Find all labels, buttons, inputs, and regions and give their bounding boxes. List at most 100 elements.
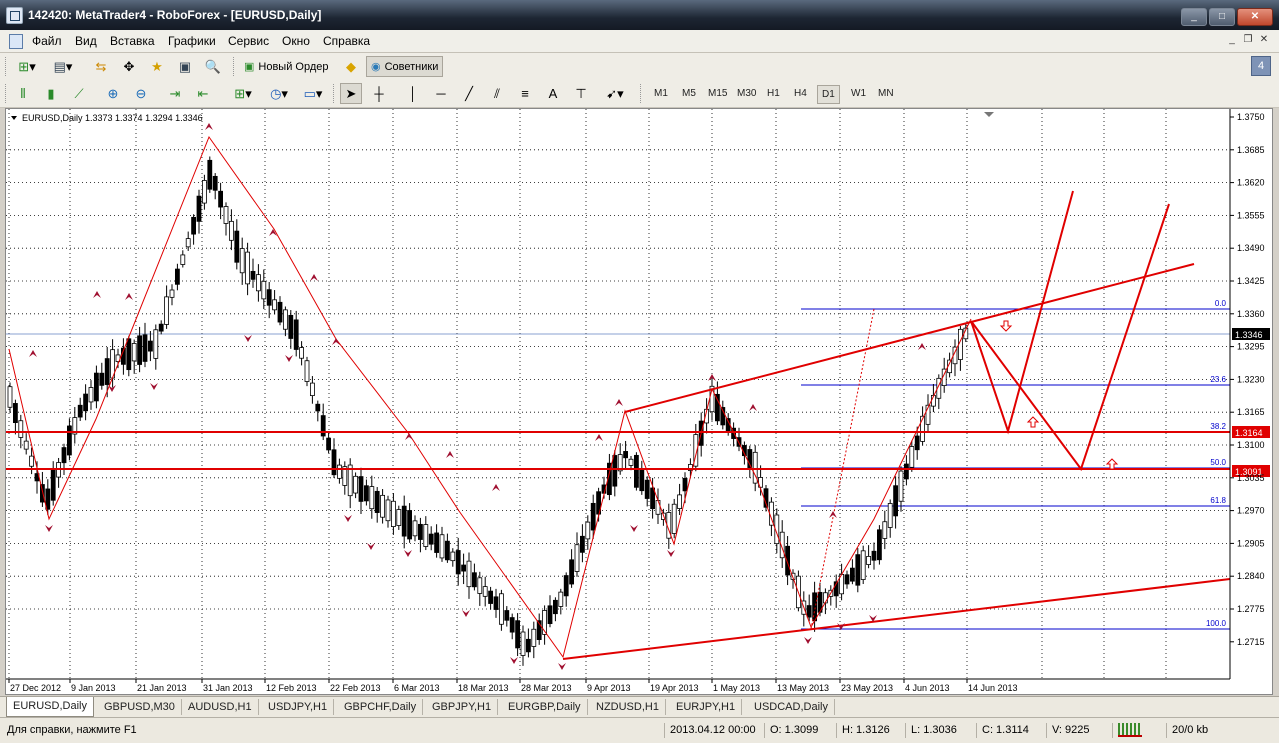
tab-gbpjpy-h1[interactable]: GBPJPY,H1	[426, 699, 499, 715]
lower-trend-line	[562, 578, 1231, 660]
date-label: 28 Mar 2013	[521, 683, 572, 693]
chart-window[interactable]: 0.0 23.6 38.2 50.0 61.8 100.0 1.3346 1.3164 1.3…	[5, 108, 1273, 695]
fib-label: 61.8	[1210, 496, 1226, 505]
vertical-line-icon[interactable]: │	[402, 83, 424, 104]
candle-body	[634, 454, 639, 488]
tab-eurgbp-daily[interactable]: EURGBP,Daily	[502, 699, 588, 715]
horizontal-line-icon[interactable]: ─	[430, 83, 452, 104]
candle-body	[450, 551, 456, 562]
navigator-icon[interactable]: ★	[146, 56, 168, 77]
candle-body	[88, 387, 94, 403]
new-order-button[interactable]: ▣ Новый Ордер	[240, 56, 333, 77]
line-chart-icon[interactable]: ⟋	[68, 83, 90, 104]
terminal-icon[interactable]: ▣	[174, 56, 196, 77]
tab-eurjpy-h1[interactable]: EURJPY,H1	[670, 699, 743, 715]
fib-label: 100.0	[1206, 619, 1227, 628]
candle-body	[212, 175, 218, 191]
candle-body	[547, 605, 553, 625]
autoscroll-icon[interactable]: ⇥	[164, 83, 186, 104]
candle-body	[83, 393, 88, 412]
menu-file[interactable]: Файл	[32, 34, 62, 48]
new-chart-icon[interactable]: ⊞ ▾	[12, 56, 42, 77]
tab-audusd-h1[interactable]: AUDUSD,H1	[182, 699, 259, 715]
chart-shift-icon[interactable]: ⇤	[192, 83, 214, 104]
candle-body	[553, 599, 558, 615]
bar-chart-icon[interactable]: ⫴	[12, 83, 34, 104]
candle-body	[682, 477, 688, 492]
tab-nzdusd-h1[interactable]: NZDUSD,H1	[590, 699, 666, 715]
candle-body	[293, 319, 299, 350]
strategy-tester-icon[interactable]: 🔍	[202, 56, 224, 77]
tab-usdjpy-h1[interactable]: USDJPY,H1	[262, 699, 335, 715]
market-watch-icon[interactable]: ⇆	[90, 56, 112, 77]
date-label: 21 Jan 2013	[137, 683, 187, 693]
candle-body	[23, 440, 29, 450]
tf-m30[interactable]: M30	[733, 85, 760, 102]
tf-m1[interactable]: M1	[650, 85, 672, 102]
menu-view[interactable]: Вид	[75, 34, 97, 48]
notification-badge[interactable]: 4	[1251, 56, 1271, 76]
candle-body	[315, 403, 321, 412]
price-chart[interactable]: 0.0 23.6 38.2 50.0 61.8 100.0 1.3346 1.3164 1.3…	[6, 109, 1272, 694]
menu-tools[interactable]: Сервис	[228, 34, 269, 48]
data-window-icon[interactable]: ✥	[118, 56, 140, 77]
mdi-close-icon[interactable]: ✕	[1257, 33, 1271, 47]
document-icon[interactable]	[9, 34, 23, 49]
tab-eurusd-daily[interactable]: EURUSD,Daily	[6, 697, 94, 717]
maximize-button[interactable]: □	[1209, 8, 1235, 26]
date-label: 9 Apr 2013	[587, 683, 631, 693]
crosshair-icon[interactable]: ┼	[368, 83, 390, 104]
text-label-icon[interactable]: ⊤	[570, 83, 592, 104]
arrows-icon[interactable]: ➹▾	[600, 83, 630, 104]
tf-h4[interactable]: H4	[790, 85, 811, 102]
tf-d1[interactable]: D1	[817, 85, 840, 104]
tf-m15[interactable]: M15	[704, 85, 731, 102]
indicators-icon[interactable]: ⊞ ▾	[228, 83, 258, 104]
close-button[interactable]: ✕	[1237, 8, 1273, 26]
tab-gbpusd-m30[interactable]: GBPUSD,M30	[98, 699, 182, 715]
zoom-in-icon[interactable]: ⊕	[102, 83, 124, 104]
candle-body	[255, 274, 261, 292]
tf-mn[interactable]: MN	[874, 85, 898, 102]
minimize-button[interactable]: _	[1181, 8, 1207, 26]
status-volume: V: 9225	[1046, 723, 1090, 738]
candlestick-icon[interactable]: ▮	[40, 83, 62, 104]
candle-body	[585, 521, 591, 540]
menu-insert[interactable]: Вставка	[110, 34, 155, 48]
candle-body	[515, 620, 521, 649]
warning-icon[interactable]: ◆	[340, 56, 362, 77]
tf-m5[interactable]: M5	[678, 85, 700, 102]
templates-icon[interactable]: ▭ ▾	[298, 83, 328, 104]
fibonacci-icon[interactable]: ≡	[514, 83, 536, 104]
candle-body	[444, 540, 450, 561]
text-icon[interactable]: A	[542, 83, 564, 104]
menu-bar: Файл Вид Вставка Графики Сервис Окно Спр…	[0, 30, 1279, 53]
cursor-icon[interactable]: ➤	[340, 83, 362, 104]
candle-body	[104, 358, 110, 385]
fractal-marker	[108, 385, 116, 392]
tab-usdcad-daily[interactable]: USDCAD,Daily	[748, 699, 835, 715]
fractal-marker	[558, 663, 566, 670]
candle-body	[466, 560, 472, 588]
candle-body	[77, 404, 83, 418]
candle-body	[509, 617, 515, 633]
candle-body	[234, 230, 240, 263]
experts-button[interactable]: ◉ Советники	[366, 56, 444, 77]
zoom-out-icon[interactable]: ⊖	[130, 83, 152, 104]
price-label: 1.2840	[1237, 571, 1265, 581]
candle-body	[428, 533, 434, 545]
equidistant-channel-icon[interactable]: ⫽	[486, 83, 508, 104]
tf-h1[interactable]: H1	[763, 85, 784, 102]
menu-charts[interactable]: Графики	[168, 34, 216, 48]
menu-help[interactable]: Справка	[323, 34, 370, 48]
mdi-minimize-icon[interactable]: _	[1225, 33, 1239, 47]
tf-w1[interactable]: W1	[847, 85, 870, 102]
periods-icon[interactable]: ◷ ▾	[264, 83, 294, 104]
mdi-restore-icon[interactable]: ❐	[1241, 33, 1255, 47]
profiles-icon[interactable]: ▤ ▾	[48, 56, 78, 77]
trendline-icon[interactable]: ╱	[458, 83, 480, 104]
candle-body	[277, 301, 283, 323]
candle-body	[309, 382, 315, 397]
menu-window[interactable]: Окно	[282, 34, 310, 48]
tab-gbpchf-daily[interactable]: GBPCHF,Daily	[338, 699, 424, 715]
